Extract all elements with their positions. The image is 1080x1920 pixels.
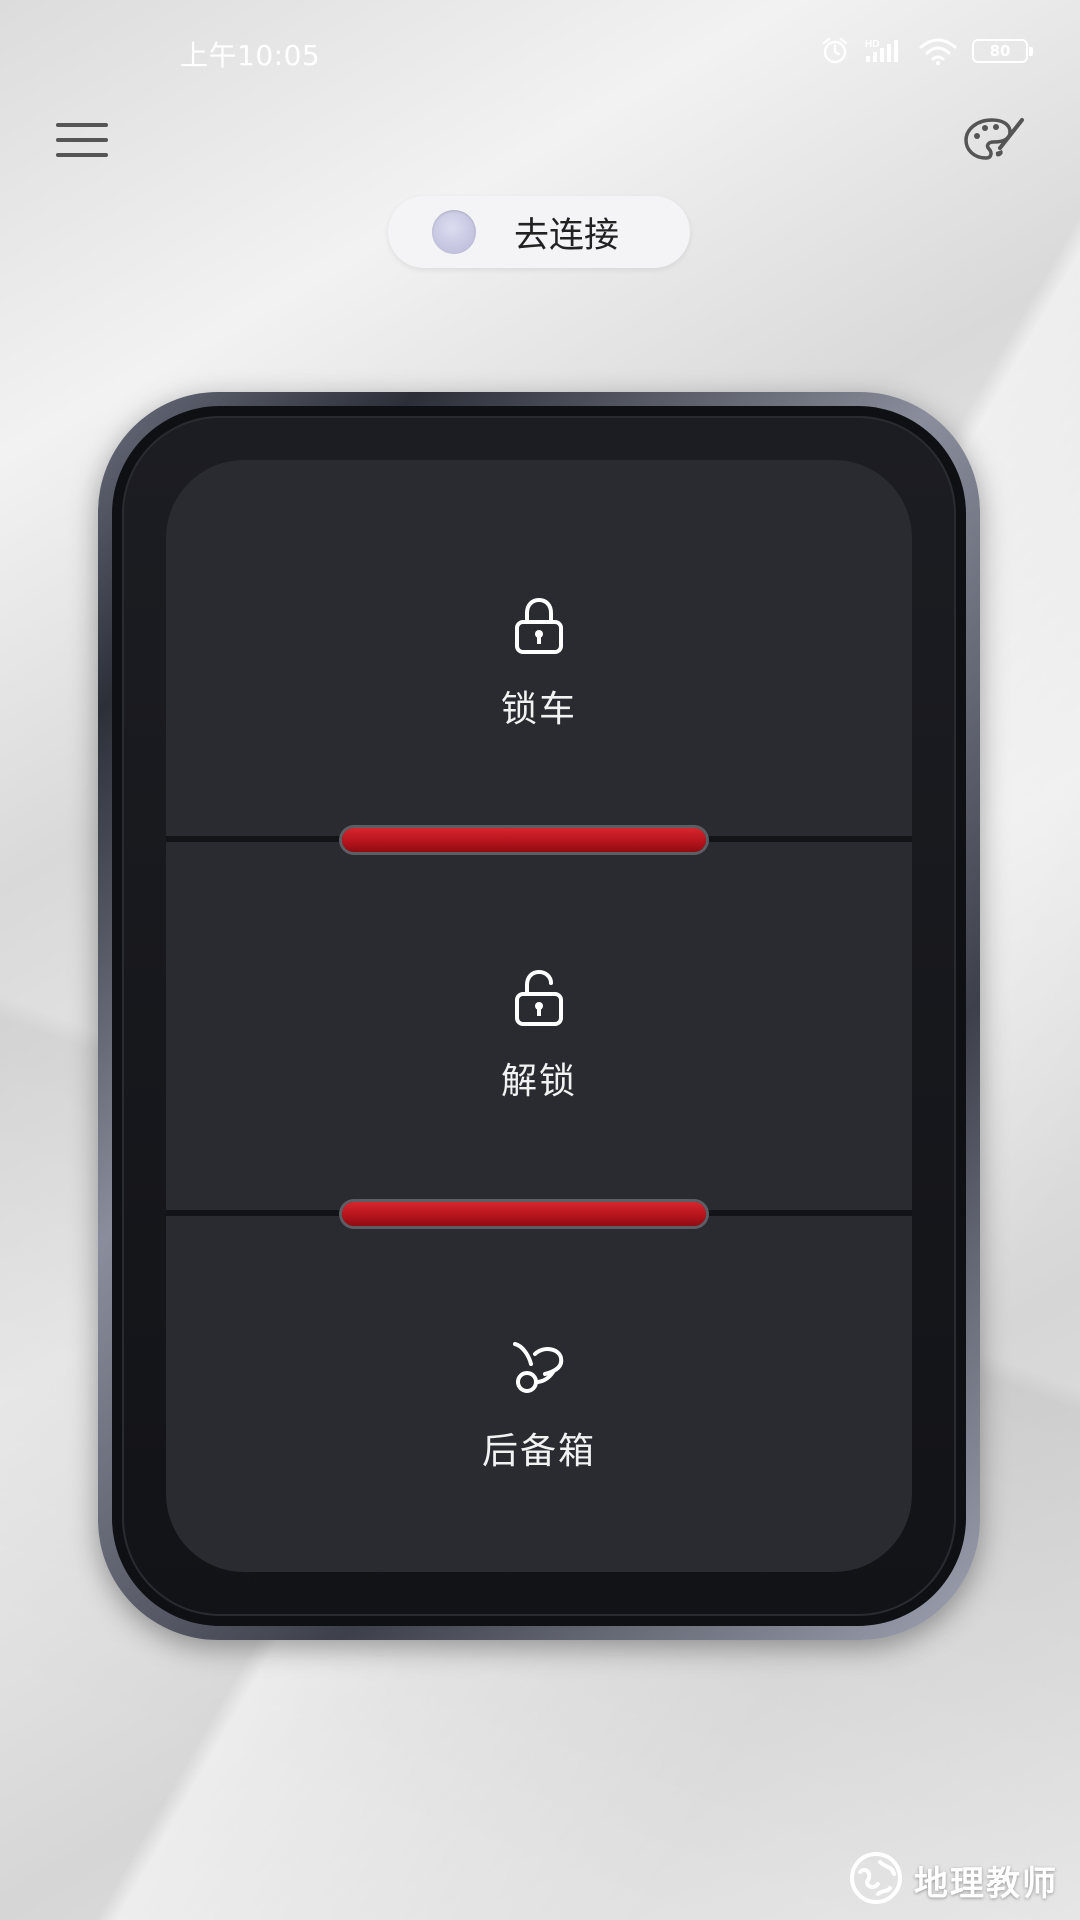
unlock-label: 解锁	[500, 1061, 577, 1102]
lock-button[interactable]: 锁车	[166, 596, 912, 732]
status-time: 上午10:05	[180, 39, 321, 72]
lock-icon	[509, 596, 569, 656]
menu-button[interactable]	[50, 116, 114, 168]
connect-label: 去连接	[514, 215, 620, 256]
hamburger-menu-icon	[54, 120, 110, 164]
palette-icon	[962, 114, 1026, 170]
status-icons: HD 80	[820, 36, 1033, 66]
key-fob: 锁车 解锁 后备箱	[98, 392, 980, 1640]
indicator-bar	[342, 1202, 706, 1226]
connect-button[interactable]: 去连接	[388, 196, 690, 268]
watermark-text: 地理教师	[914, 1863, 1058, 1904]
watermark-logo-icon	[848, 1850, 904, 1910]
trunk-label: 后备箱	[481, 1431, 596, 1472]
status-bar: 上午10:05 HD 80	[0, 28, 1080, 76]
key-fob-rim: 锁车 解锁 后备箱	[112, 406, 966, 1626]
alarm-icon	[820, 36, 850, 66]
indicator-bar	[342, 828, 706, 852]
trunk-icon	[509, 1338, 569, 1398]
lock-label: 锁车	[500, 689, 577, 730]
watermark: 地理教师	[848, 1850, 1058, 1910]
hd-signal-icon: HD	[864, 36, 904, 66]
key-fob-face: 锁车 解锁 后备箱	[166, 460, 912, 1572]
unlock-button[interactable]: 解锁	[166, 968, 912, 1104]
connection-status-indicator	[432, 210, 476, 254]
trunk-button[interactable]: 后备箱	[166, 1338, 912, 1474]
battery-icon: 80	[972, 39, 1033, 63]
key-fob-inner-rim: 锁车 解锁 后备箱	[122, 416, 956, 1616]
theme-button[interactable]	[958, 110, 1030, 174]
unlock-icon	[509, 968, 569, 1028]
svg-text:HD: HD	[865, 39, 879, 50]
wifi-icon	[918, 36, 958, 66]
